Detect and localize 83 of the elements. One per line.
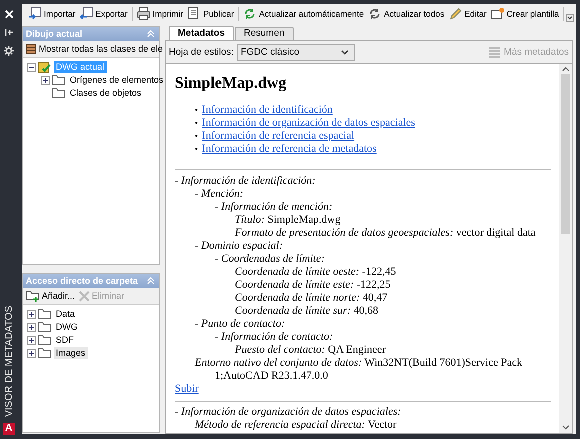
document-plus-icon	[490, 6, 505, 20]
back-to-top-link[interactable]: Subir	[175, 383, 199, 396]
metadata-line: Puesto del contacto: QA Engineer	[235, 344, 387, 357]
metadata-line: - Información de identificación:	[175, 175, 317, 188]
settings-icon[interactable]	[4, 46, 14, 56]
document-arrow-icon	[80, 6, 94, 20]
folder-item[interactable]: Data	[54, 308, 78, 320]
toolbar-button[interactable]: Publicar	[185, 6, 236, 20]
tab[interactable]: Metadatos	[169, 26, 234, 40]
folder-item[interactable]: SDF	[54, 334, 76, 346]
section-link[interactable]: Información de organización de datos espaciales	[202, 117, 416, 130]
metadata-line: - Punto de contacto:	[195, 318, 286, 331]
metadata-line: - Información de contacto:	[215, 331, 334, 344]
collapse-icon[interactable]	[27, 62, 36, 72]
refresh-icon	[243, 6, 258, 20]
toolbar-button[interactable]: Crear plantilla	[488, 6, 562, 20]
metadata-line: - Mención:	[195, 188, 245, 201]
toolbar-overflow-icon[interactable]	[566, 14, 574, 22]
toolbar-button[interactable]: Imprimir	[134, 6, 186, 20]
stylesheet-label: Hoja de estilos:	[169, 46, 234, 58]
dropdown-caret-icon	[340, 50, 349, 54]
folder-item[interactable]: DWG	[54, 321, 80, 333]
metadata-line: Formato de presentación de datos geoespaciales: vector digital data	[235, 227, 537, 240]
scrollbar[interactable]	[559, 64, 572, 433]
pin-icon[interactable]	[4, 28, 14, 37]
app-logo[interactable]: A	[3, 423, 15, 435]
folder-plus-icon	[26, 290, 40, 302]
folder-icon	[38, 347, 52, 359]
scrollbar-thumb[interactable]	[561, 74, 570, 234]
expand-icon[interactable]	[27, 336, 36, 344]
metadata-line: - Coordenadas de límite:	[215, 253, 326, 266]
tab[interactable]: Resumen	[234, 27, 294, 40]
close-icon[interactable]	[4, 10, 14, 19]
metadata-line: Entorno nativo del conjunto de datos: Win32NT(Build 7601)Service Pack 1;AutoCAD R23.1.47.0.0	[195, 357, 524, 383]
metadata-line: Coordenada de límite este: -122,25	[235, 279, 392, 292]
metadata-line: - Dominio espacial:	[195, 240, 284, 253]
folder-icon	[52, 87, 66, 99]
section-link[interactable]: Información de referencia espacial	[202, 130, 355, 143]
folder-item[interactable]: Images	[54, 347, 88, 359]
expand-icon[interactable]	[27, 322, 36, 332]
folder-icon	[38, 321, 52, 333]
scroll-down-icon[interactable]	[562, 425, 570, 430]
toolbar-button[interactable]: Importar	[26, 6, 78, 20]
add-button[interactable]: Añadir...	[26, 290, 76, 302]
section-link[interactable]: Información de identificación	[202, 104, 333, 117]
toolbar-button[interactable]: Exportar	[78, 6, 130, 20]
document-arrow-icon	[28, 6, 42, 20]
panel-title: Acceso directo de carpeta	[26, 276, 138, 286]
grid-icon	[26, 44, 36, 54]
document-title: SimpleMap.dwg	[175, 74, 288, 93]
expand-icon[interactable]	[27, 310, 36, 318]
tree-item[interactable]: Orígenes de elementos	[68, 74, 166, 86]
delete-x-icon	[79, 290, 90, 302]
metadata-line: - Información de mención:	[215, 201, 334, 214]
stylesheet-dropdown[interactable]: FGDC clásico	[236, 44, 355, 60]
toolbar-button[interactable]: Actualizar todos	[366, 6, 447, 20]
expand-icon[interactable]	[27, 348, 36, 358]
stack-icon	[488, 46, 502, 58]
palette-title: VISOR DE METADATOS	[4, 306, 14, 417]
tree-item[interactable]: Clases de objetos	[68, 87, 144, 99]
pencil-icon	[448, 6, 463, 20]
document-icon	[187, 6, 202, 20]
folder-icon	[38, 308, 52, 320]
section-link[interactable]: Información de referencia de metadatos	[202, 143, 377, 156]
bullet: •	[195, 130, 198, 143]
folder-icon	[38, 334, 52, 346]
drawing-file-icon	[38, 60, 52, 74]
bullet: •	[195, 143, 198, 156]
bullet: •	[195, 104, 198, 117]
toolbar-button[interactable]: Actualizar automáticamente	[241, 6, 366, 20]
panel-title: Dibujo actual	[26, 29, 83, 39]
metadata-line: Coordenada de límite norte: 40,47	[235, 292, 389, 305]
bullet: •	[195, 117, 198, 130]
metadata-line: Método de referencia espacial directa: Vector	[195, 419, 398, 432]
printer-icon	[136, 6, 151, 20]
metadata-line: Título: SimpleMap.dwg	[235, 214, 342, 227]
scroll-up-icon[interactable]	[562, 67, 570, 72]
metadata-line: Coordenada de límite oeste: -122,45	[235, 266, 398, 279]
refresh-icon	[368, 6, 382, 20]
metadata-line: - Información de organización de datos espaciales:	[175, 406, 402, 419]
metadata-line: Coordenada de límite sur: 40,68	[235, 305, 380, 318]
toolbar-button[interactable]: Editar	[446, 6, 489, 20]
expand-icon[interactable]	[41, 76, 50, 84]
